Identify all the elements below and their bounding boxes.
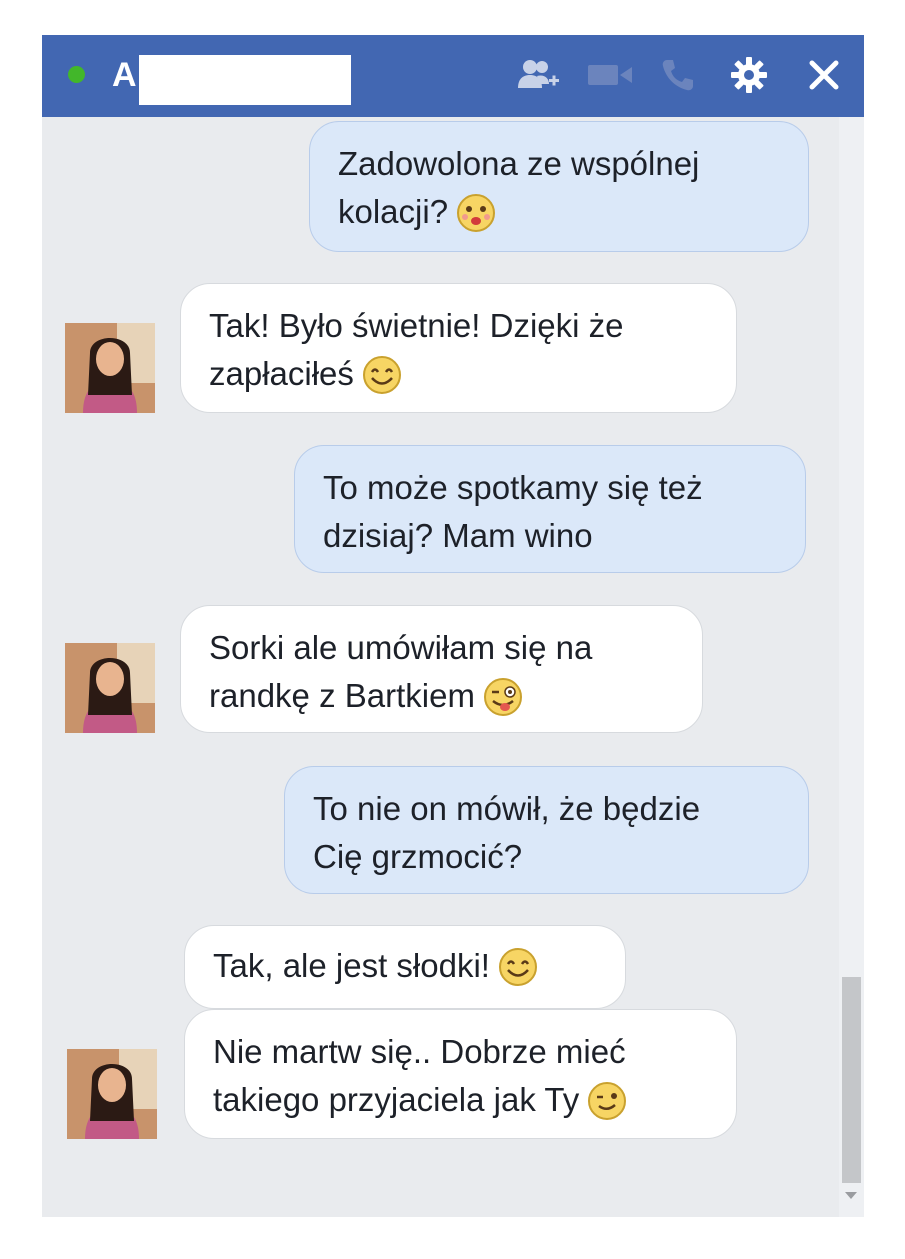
contact-name[interactable]: A: [112, 55, 137, 95]
message-outgoing: Zadowolona ze wspólnej kolacji?: [309, 121, 809, 252]
message-line: randkę z Bartkiem: [209, 672, 678, 720]
message-outgoing: To nie on mówił, że będzie Cię grzmocić?: [284, 766, 809, 894]
smile-emoji: [498, 948, 537, 986]
message-incoming: Tak, ale jest słodki!: [184, 925, 626, 1009]
avatar[interactable]: [65, 643, 155, 733]
gear-icon[interactable]: [727, 55, 771, 95]
message-incoming: Sorki ale umówiłam się na randkę z Bartk…: [180, 605, 703, 733]
video-call-icon[interactable]: [586, 55, 636, 95]
message-outgoing: To może spotkamy się też dzisiaj? Mam wi…: [294, 445, 806, 573]
face-kiss-emoji: [457, 194, 496, 232]
message-line: takiego przyjaciela jak Ty: [213, 1076, 712, 1124]
wink-tongue-emoji: [483, 678, 522, 716]
message-incoming: Nie martw się.. Dobrze mieć takiego przy…: [184, 1009, 737, 1139]
message-line: dzisiaj? Mam wino: [323, 517, 593, 554]
name-redaction: [139, 55, 351, 105]
avatar[interactable]: [65, 323, 155, 413]
message-line: kolacji?: [338, 188, 784, 236]
wink-emoji: [588, 1082, 627, 1120]
phone-icon[interactable]: [656, 55, 700, 95]
message-line: Zadowolona ze wspólnej: [338, 145, 700, 182]
message-incoming: Tak! Było świetnie! Dzięki że zapłaciłeś: [180, 283, 737, 413]
message-line: Tak, ale jest słodki!: [213, 942, 601, 990]
scrollbar-thumb[interactable]: [842, 977, 861, 1183]
chat-title-bar[interactable]: A: [42, 35, 864, 117]
message-line: Tak! Było świetnie! Dzięki że: [209, 307, 624, 344]
message-line: Nie martw się.. Dobrze mieć: [213, 1033, 626, 1070]
smile-emoji: [362, 356, 401, 394]
avatar[interactable]: [67, 1049, 157, 1139]
message-line: To nie on mówił, że będzie: [313, 790, 701, 827]
close-icon[interactable]: [802, 55, 846, 95]
message-line: Cię grzmocić?: [313, 838, 523, 875]
message-line: zapłaciłeś: [209, 350, 712, 398]
add-friend-icon[interactable]: [514, 55, 564, 95]
chat-window: A Zadowolona ze wspólnej kolacji? Tak! B…: [42, 35, 864, 1217]
scroll-down-arrow-icon[interactable]: [845, 1192, 857, 1199]
message-line: To może spotkamy się też: [323, 469, 703, 506]
message-line: Sorki ale umówiłam się na: [209, 629, 593, 666]
online-status-icon: [68, 66, 85, 83]
